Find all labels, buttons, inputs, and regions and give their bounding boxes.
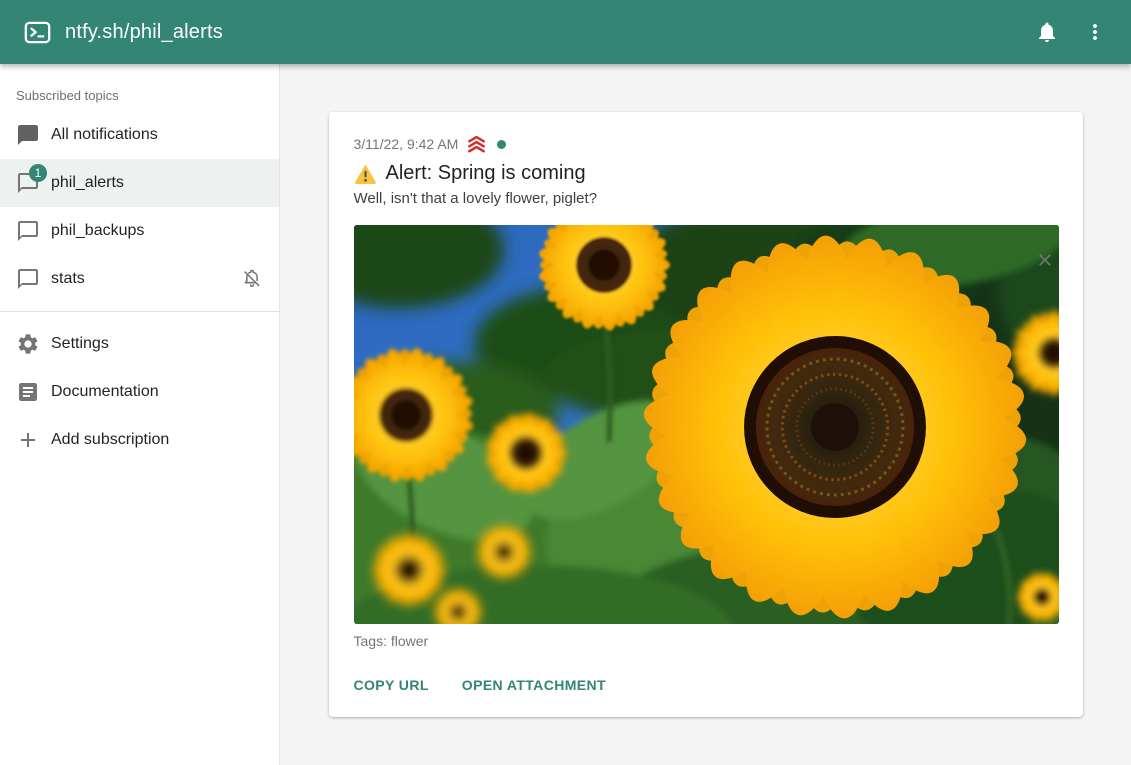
- more-vert-icon: [1083, 20, 1107, 44]
- overflow-menu-button[interactable]: [1075, 12, 1115, 52]
- sidebar-item-documentation[interactable]: Documentation: [0, 368, 279, 416]
- notification-body: Well, isn't that a lovely flower, piglet…: [354, 190, 1059, 207]
- sidebar-divider: [0, 311, 279, 312]
- sidebar: Subscribed topics All notifications 1 ph…: [0, 64, 280, 765]
- unread-dot: [497, 140, 506, 149]
- unread-count-badge: 1: [29, 164, 47, 182]
- sidebar-item-label: phil_backups: [51, 222, 263, 240]
- gear-icon: [16, 332, 40, 356]
- sidebar-item-add-subscription[interactable]: Add subscription: [0, 416, 279, 464]
- sidebar-item-label: Settings: [51, 335, 263, 353]
- close-notification-button[interactable]: [1031, 246, 1059, 274]
- priority-max-icon: [465, 134, 488, 154]
- app-bar: ntfy.sh/phil_alerts: [0, 0, 1131, 64]
- close-icon: [1035, 250, 1055, 270]
- sidebar-item-settings[interactable]: Settings: [0, 320, 279, 368]
- article-icon: [16, 380, 40, 404]
- sidebar-item-label: Add subscription: [51, 431, 263, 449]
- notification-title-row: Alert: Spring is coming: [354, 162, 1059, 185]
- sidebar-item-phil-alerts[interactable]: 1 phil_alerts: [0, 159, 279, 207]
- sidebar-item-label: phil_alerts: [51, 174, 263, 192]
- sidebar-item-label: stats: [51, 270, 241, 288]
- ntfy-logo-icon: [24, 19, 51, 46]
- tags-line: Tags: flower: [354, 633, 1059, 649]
- card-actions: COPY URL OPEN ATTACHMENT: [329, 649, 1083, 717]
- sidebar-item-phil-backups[interactable]: phil_backups: [0, 207, 279, 255]
- sidebar-item-label: All notifications: [51, 126, 263, 144]
- main-content: 3/11/22, 9:42 AM: [280, 64, 1131, 765]
- plus-icon: [16, 428, 40, 452]
- chat-bubble-outline-icon: [16, 267, 40, 291]
- chat-bubble-outline-icon: 1: [16, 171, 40, 195]
- attachment-image[interactable]: [354, 225, 1059, 624]
- chat-bubble-outline-icon: [16, 219, 40, 243]
- notifications-off-icon: [241, 268, 263, 290]
- bell-icon: [1035, 20, 1059, 44]
- copy-url-button[interactable]: COPY URL: [346, 671, 437, 699]
- timestamp: 3/11/22, 9:42 AM: [354, 136, 459, 152]
- notification-card: 3/11/22, 9:42 AM: [329, 112, 1083, 717]
- open-attachment-button[interactable]: OPEN ATTACHMENT: [454, 671, 614, 699]
- notifications-button[interactable]: [1027, 12, 1067, 52]
- page-title: ntfy.sh/phil_alerts: [65, 21, 1027, 44]
- chat-bubble-filled-icon: [16, 123, 40, 147]
- notification-title: Alert: Spring is coming: [386, 162, 586, 185]
- warning-icon: [354, 163, 377, 184]
- sidebar-item-stats[interactable]: stats: [0, 255, 279, 303]
- notification-meta: 3/11/22, 9:42 AM: [354, 134, 1059, 154]
- subscribed-topics-label: Subscribed topics: [0, 72, 279, 111]
- sidebar-item-label: Documentation: [51, 383, 263, 401]
- sidebar-item-all-notifications[interactable]: All notifications: [0, 111, 279, 159]
